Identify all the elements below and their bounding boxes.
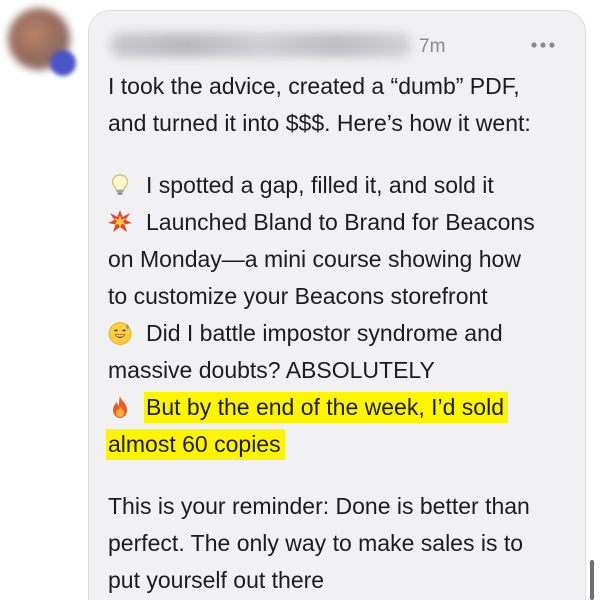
intro-line: and turned it into $$$. Here’s how it we… xyxy=(108,110,531,136)
collision-emoji-icon xyxy=(108,210,132,234)
closing-line: put yourself out there xyxy=(108,567,325,593)
closing-line: perfect. The only way to make sales is t… xyxy=(108,530,524,556)
lightbulb-emoji-icon xyxy=(108,173,132,197)
highlighted-text: But by the end of the week, I’d sold xyxy=(144,392,509,423)
closing-line: This is your reminder: Done is better th… xyxy=(108,493,530,519)
more-horizontal-icon[interactable] xyxy=(529,35,557,55)
sweat-smile-emoji-icon xyxy=(108,321,132,345)
bullet-text: Did I battle impostor syndrome and xyxy=(146,320,503,346)
fire-emoji-icon xyxy=(108,395,132,419)
timestamp: 7m xyxy=(419,36,446,57)
bullet-result-line: almost 60 copies xyxy=(106,426,580,463)
bullet-text: Launched Bland to Brand for Beacons xyxy=(146,209,535,235)
scrollbar[interactable] xyxy=(590,560,594,600)
bullet-launch-line: Launched Bland to Brand for Beacons xyxy=(108,204,580,241)
post-screen: 7m I took the advice, created a “dumb” P… xyxy=(0,0,600,600)
bullet-gap-line: I spotted a gap, filled it, and sold it xyxy=(108,167,580,204)
bullet-result-line: But by the end of the week, I’d sold xyxy=(108,389,580,426)
bullet-text: I spotted a gap, filled it, and sold it xyxy=(146,172,494,198)
bullet-launch-line: to customize your Beacons storefront xyxy=(108,283,488,309)
bullet-doubt-line: Did I battle impostor syndrome and xyxy=(108,315,580,352)
bullet-doubt-line: massive doubts? ABSOLUTELY xyxy=(108,357,435,383)
bullet-launch-line: on Monday—a mini course showing how xyxy=(108,246,521,272)
intro-line: I took the advice, created a “dumb” PDF, xyxy=(108,73,520,99)
author-name-redacted[interactable] xyxy=(111,33,411,57)
post-body: I took the advice, created a “dumb” PDF,… xyxy=(106,68,580,599)
avatar-badge xyxy=(50,50,76,76)
highlighted-text: almost 60 copies xyxy=(106,429,285,460)
